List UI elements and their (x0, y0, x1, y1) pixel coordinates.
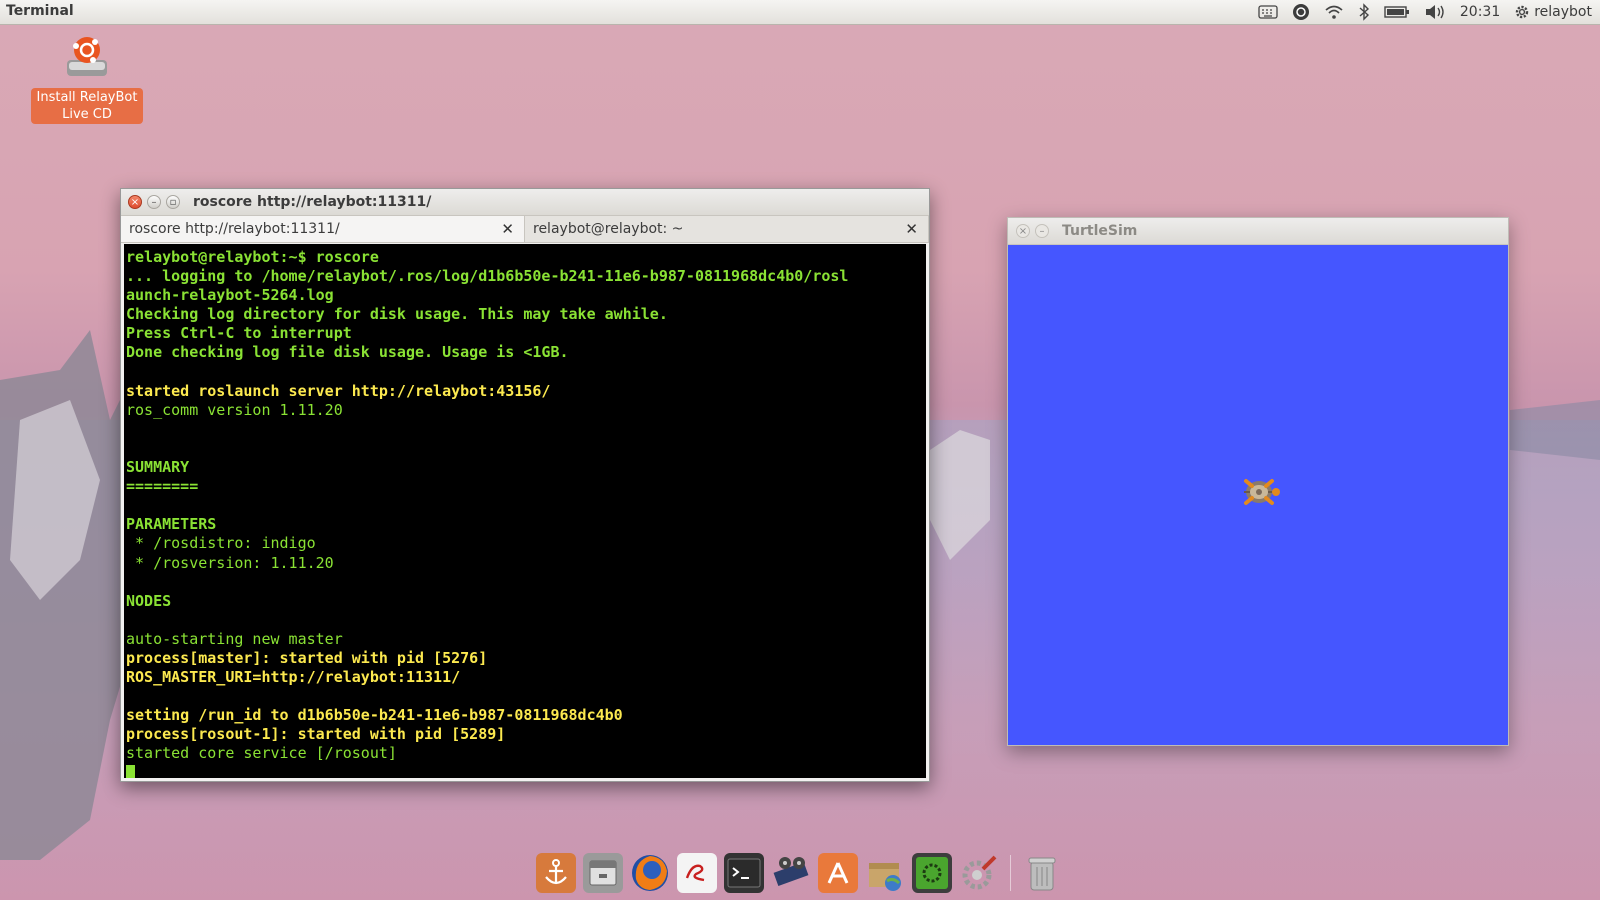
minimize-button[interactable]: – (1035, 224, 1049, 238)
tab-roscore[interactable]: roscore http://relaybot:11311/ ✕ (121, 216, 525, 242)
window-title: roscore http://relaybot:11311/ (193, 194, 432, 210)
terminal-cursor (126, 764, 135, 778)
terminal-output[interactable]: relaybot@relaybot:~$ roscore... logging … (124, 244, 926, 778)
clock[interactable]: 20:31 (1460, 4, 1500, 20)
updates-icon[interactable] (1292, 3, 1310, 21)
volume-icon[interactable] (1424, 4, 1446, 20)
firefox-icon[interactable] (630, 853, 670, 893)
keyboard-icon[interactable] (1258, 5, 1278, 19)
terminal-line: * /rosdistro: indigo (126, 534, 316, 553)
username: relaybot (1534, 4, 1592, 20)
dock-separator (1010, 855, 1011, 891)
turtlesim-canvas (1008, 245, 1508, 745)
turtlesim-titlebar[interactable]: × – TurtleSim (1008, 218, 1508, 245)
video-editor-icon[interactable] (771, 853, 811, 893)
terminal-line: ros_comm version 1.11.20 (126, 400, 343, 419)
terminal-line: NODES (126, 591, 172, 610)
close-button[interactable]: × (128, 195, 142, 209)
tab-shell[interactable]: relaybot@relaybot: ~ ✕ (525, 216, 929, 242)
close-tab-icon[interactable]: ✕ (905, 220, 918, 238)
tab-label: relaybot@relaybot: ~ (533, 221, 684, 237)
archive-manager-icon[interactable] (865, 853, 905, 893)
desktop-icon-install[interactable]: Install RelayBot Live CD (31, 34, 143, 124)
maximize-button[interactable]: ▫ (166, 195, 180, 209)
minimize-button[interactable]: – (147, 195, 161, 209)
terminal-window: × – ▫ roscore http://relaybot:11311/ ros… (120, 188, 930, 782)
terminal-line: Checking log directory for disk usage. T… (126, 305, 668, 324)
turtle-icon (1244, 479, 1280, 505)
terminal-line: setting /run_id to d1b6b50e-b241-11e6-b9… (126, 706, 623, 725)
anchor-icon[interactable] (536, 853, 576, 893)
close-tab-icon[interactable]: ✕ (501, 220, 514, 238)
terminal-line: aunch-relaybot-5264.log (126, 286, 334, 305)
wifi-icon[interactable] (1324, 4, 1344, 20)
software-center-icon[interactable] (818, 853, 858, 893)
terminal-line: auto-starting new master (126, 629, 343, 648)
terminal-line: SUMMARY (126, 458, 190, 477)
terminal-titlebar[interactable]: × – ▫ roscore http://relaybot:11311/ (121, 189, 929, 216)
gear-icon (1516, 5, 1529, 19)
terminal-line: started roslaunch server http://relaybot… (126, 381, 551, 400)
text-editor-icon[interactable] (677, 853, 717, 893)
active-app-title: Terminal (6, 3, 74, 19)
terminal-line: * /rosversion: 1.11.20 (126, 553, 334, 572)
dock (536, 848, 1062, 898)
terminal-prompt-line (126, 764, 924, 778)
desktop-icon-label: Install RelayBot Live CD (31, 88, 143, 124)
system-monitor-icon[interactable] (912, 853, 952, 893)
turtlesim-window: × – TurtleSim (1007, 217, 1509, 746)
terminal-line: process[rosout-1]: started with pid [528… (126, 725, 506, 744)
terminal-line: PARAMETERS (126, 515, 217, 534)
terminal-line: ... logging to /home/relaybot/.ros/log/d… (126, 267, 849, 286)
terminal-tabs: roscore http://relaybot:11311/ ✕ relaybo… (121, 216, 929, 243)
indicator-area: 20:31 relaybot (1258, 0, 1592, 24)
system-settings-icon[interactable] (959, 853, 999, 893)
terminal-line: ======== (126, 477, 199, 496)
bluetooth-icon[interactable] (1358, 3, 1370, 21)
installer-icon (67, 37, 107, 76)
terminal-line: ROS_MASTER_URI=http://relaybot:11311/ (126, 668, 461, 687)
tab-label: roscore http://relaybot:11311/ (129, 221, 340, 237)
battery-icon[interactable] (1384, 5, 1410, 19)
terminal-icon[interactable] (724, 853, 764, 893)
terminal-line: started core service [/rosout] (126, 744, 397, 763)
window-title: TurtleSim (1062, 223, 1138, 239)
session-menu[interactable]: relaybot (1514, 4, 1592, 20)
terminal-line: Press Ctrl-C to interrupt (126, 324, 352, 343)
file-manager-icon[interactable] (583, 853, 623, 893)
trash-icon[interactable] (1022, 853, 1062, 893)
terminal-line: relaybot@relaybot:~$ roscore (126, 248, 379, 266)
top-panel: Terminal 20:31 relaybot (0, 0, 1600, 25)
terminal-line: Done checking log file disk usage. Usage… (126, 343, 569, 362)
close-button[interactable]: × (1016, 224, 1030, 238)
terminal-line: process[master]: started with pid [5276] (126, 648, 488, 667)
